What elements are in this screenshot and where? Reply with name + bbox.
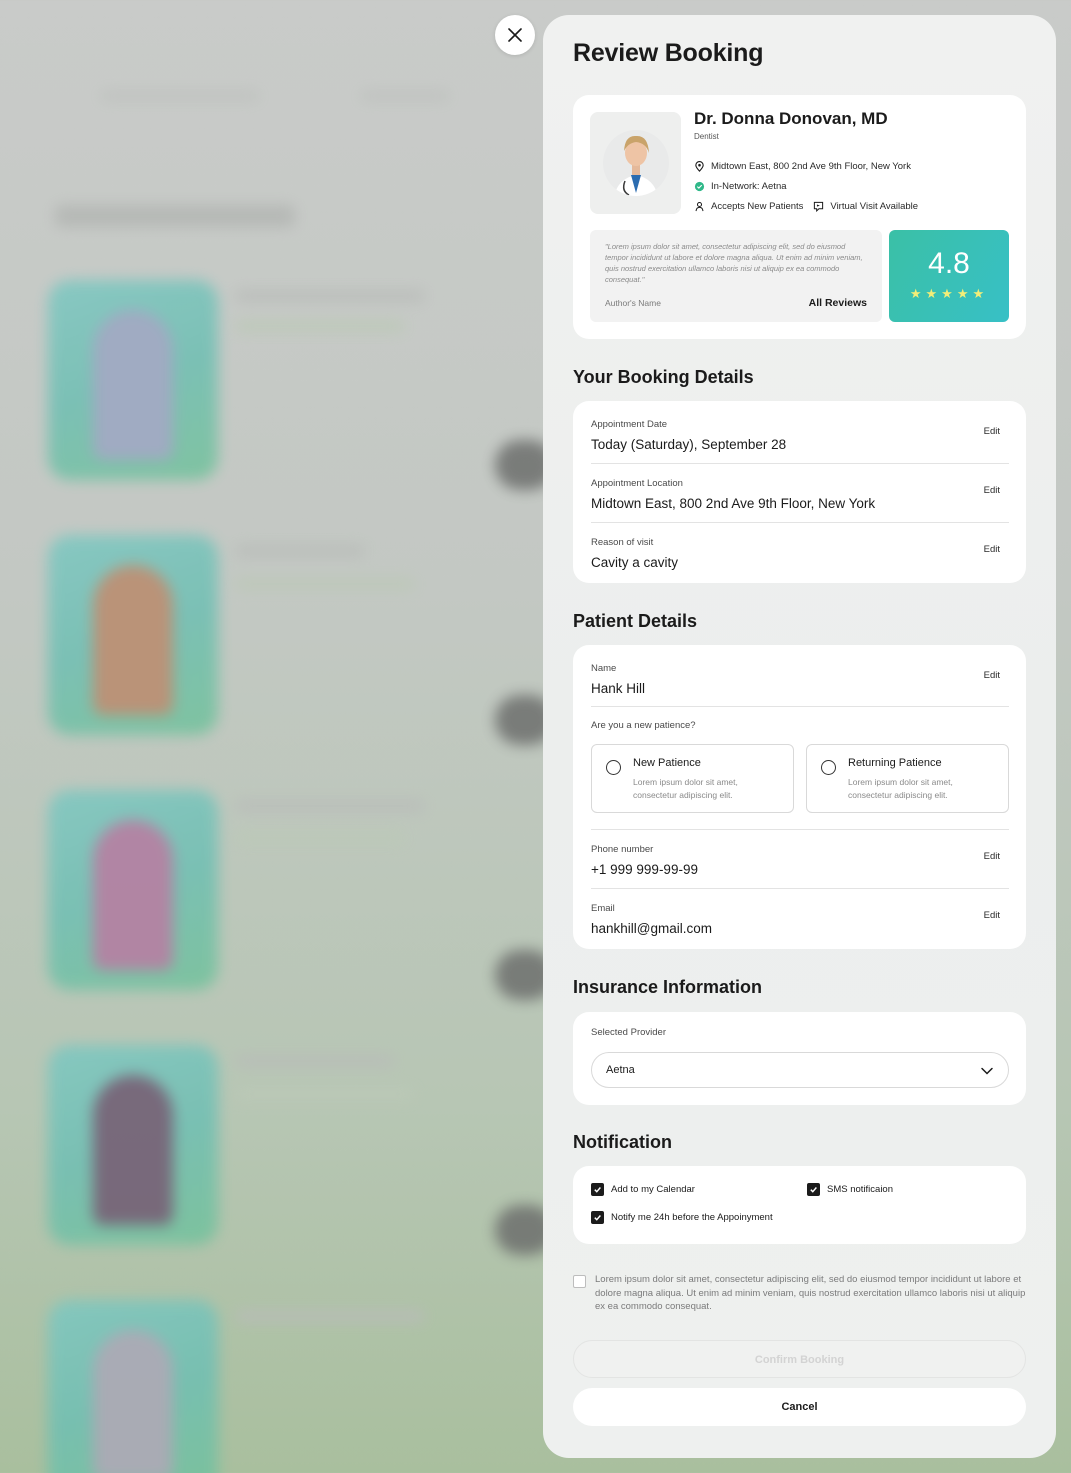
sms-checkbox-label: SMS notificaion [827, 1184, 894, 1195]
appointment-location-label: Appointment Location [591, 478, 683, 489]
phone-label: Phone number [591, 844, 654, 855]
confirm-booking-button[interactable]: Confirm Booking [573, 1340, 1026, 1378]
review-booking-panel: Review Booking Dr. Donna Donovan, MD Den… [543, 15, 1056, 1458]
reason-of-visit-label: Reason of visit [591, 537, 654, 548]
appointment-location-value: Midtown East, 800 2nd Ave 9th Floor, New… [591, 496, 876, 511]
insurance-card: Selected Provider Aetna [573, 1012, 1026, 1105]
reason-of-visit-value: Cavity a cavity [591, 555, 679, 570]
phone-value: +1 999 999-99-99 [591, 862, 698, 877]
returning-patient-radio[interactable] [821, 760, 836, 775]
edit-email-button[interactable]: Edit [984, 910, 1000, 921]
new-patient-option[interactable]: New Patience Lorem ipsum dolor sit amet,… [591, 744, 794, 813]
returning-patient-option-title: Returning Patience [848, 757, 942, 769]
location-pin-icon [695, 161, 704, 172]
doctor-availability-row: Accepts New Patients Virtual Visit Avail… [694, 201, 918, 212]
email-value: hankhill@gmail.com [591, 921, 712, 936]
booking-details-heading: Your Booking Details [573, 367, 754, 387]
checkbox-checked-icon [807, 1183, 820, 1196]
doctor-address: Midtown East, 800 2nd Ave 9th Floor, New… [711, 161, 911, 172]
terms-text: Lorem ipsum dolor sit amet, consectetur … [595, 1274, 1026, 1312]
insurance-heading: Insurance Information [573, 977, 763, 997]
patient-name-row: Name Hank Hill Edit [591, 648, 1009, 707]
doctor-virtual: Virtual Visit Available [830, 201, 919, 212]
sms-checkbox[interactable]: SMS notificaion [807, 1183, 893, 1196]
appointment-date-row: Appointment Date Today (Saturday), Septe… [591, 404, 1009, 463]
review-snippet: "Lorem ipsum dolor sit amet, consectetur… [590, 230, 882, 322]
video-chat-icon [814, 201, 824, 212]
booking-details-card: Appointment Date Today (Saturday), Septe… [573, 401, 1026, 583]
doctor-accepts: Accepts New Patients [711, 201, 804, 212]
calendar-checkbox[interactable]: Add to my Calendar [591, 1183, 695, 1196]
email-row: Email hankhill@gmail.com Edit [591, 888, 1009, 947]
all-reviews-link[interactable]: All Reviews [809, 297, 867, 309]
doctor-network: In-Network: Aetna [711, 181, 787, 192]
email-label: Email [591, 903, 615, 914]
rating-value: 4.8 [928, 247, 970, 280]
patient-details-heading: Patient Details [573, 611, 698, 631]
rating-stars: ★★★★★ [909, 286, 989, 301]
provider-label: Selected Provider [591, 1027, 666, 1038]
returning-patient-option-desc: Lorem ipsum dolor sit amet, consectetur … [848, 777, 953, 800]
appointment-date-label: Appointment Date [591, 419, 668, 430]
appointment-location-row: Appointment Location Midtown East, 800 2… [591, 463, 1009, 522]
provider-value: Aetna [606, 1064, 635, 1076]
doctor-address-row: Midtown East, 800 2nd Ave 9th Floor, New… [694, 161, 911, 172]
phone-row: Phone number +1 999 999-99-99 Edit [591, 829, 1009, 888]
checkbox-checked-icon [591, 1183, 604, 1196]
provider-select[interactable]: Aetna [591, 1052, 1009, 1088]
person-icon [695, 201, 704, 212]
patient-name-label: Name [591, 663, 617, 674]
returning-patient-option[interactable]: Returning Patience Lorem ipsum dolor sit… [806, 744, 1009, 813]
doctor-network-row: In-Network: Aetna [694, 181, 787, 192]
cancel-button[interactable]: Cancel [573, 1388, 1026, 1426]
doctor-avatar-icon [602, 130, 669, 196]
close-icon [508, 28, 522, 42]
patient-details-card: Name Hank Hill Edit Are you a new patien… [573, 645, 1026, 949]
chevron-down-icon [981, 1067, 993, 1075]
patient-name-value: Hank Hill [591, 681, 646, 696]
notification-heading: Notification [573, 1132, 672, 1152]
doctor-name: Dr. Donna Donovan, MD [694, 109, 888, 128]
notify-checkbox-label: Notify me 24h before the Appoinyment [611, 1212, 773, 1223]
reason-of-visit-row: Reason of visit Cavity a cavity Edit [591, 522, 1009, 581]
notify-checkbox[interactable]: Notify me 24h before the Appoinyment [591, 1211, 773, 1224]
page-title: Review Booking [573, 39, 764, 67]
appointment-date-value: Today (Saturday), September 28 [591, 437, 787, 452]
divider [591, 706, 1009, 707]
doctor-specialty: Dentist [694, 132, 719, 141]
edit-phone-button[interactable]: Edit [984, 851, 1000, 862]
new-patient-radio[interactable] [606, 760, 621, 775]
edit-patient-name-button[interactable]: Edit [984, 670, 1000, 681]
edit-appointment-date-button[interactable]: Edit [984, 426, 1000, 437]
rating-badge: 4.8 ★★★★★ [889, 230, 1009, 322]
check-circle-icon [694, 181, 705, 192]
new-patient-question: Are you a new patience? [591, 720, 696, 731]
doctor-card: Dr. Donna Donovan, MD Dentist Midtown Ea… [573, 95, 1026, 339]
edit-reason-of-visit-button[interactable]: Edit [984, 544, 1000, 555]
edit-appointment-location-button[interactable]: Edit [984, 485, 1000, 496]
terms-checkbox[interactable] [573, 1275, 586, 1288]
checkbox-checked-icon [591, 1211, 604, 1224]
notification-card: Add to my Calendar SMS notificaion Notif… [573, 1166, 1026, 1244]
calendar-checkbox-label: Add to my Calendar [611, 1184, 695, 1195]
background-doctor-list [0, 0, 560, 1473]
doctor-photo [590, 112, 681, 214]
review-author: Author's Name [605, 298, 661, 308]
review-text: "Lorem ipsum dolor sit amet, consectetur… [605, 242, 863, 284]
close-button[interactable] [495, 15, 535, 55]
new-patient-option-title: New Patience [633, 757, 701, 769]
new-patient-option-desc: Lorem ipsum dolor sit amet, consectetur … [633, 777, 738, 800]
